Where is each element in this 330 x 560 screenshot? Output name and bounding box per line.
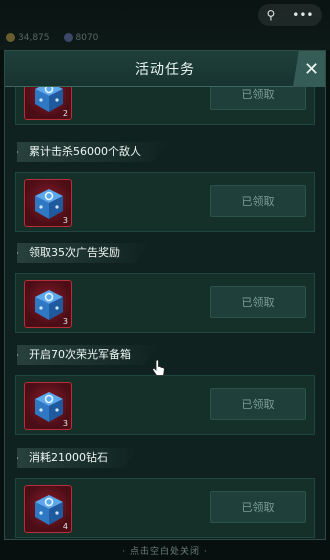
dice-icon <box>35 392 63 422</box>
task-title: 领取35次广告奖励 <box>17 243 150 263</box>
task-body: 2 已领取 <box>15 87 315 125</box>
task-list[interactable]: 2 已领取 累计击杀56000个敌人 3 已领取 领取35次广告奖励 3 已领取… <box>5 87 325 539</box>
task-body: 3 已领取 <box>15 273 315 333</box>
hand-cursor-icon <box>151 359 166 382</box>
task-title: 开启70次荣光军备箱 <box>17 345 161 365</box>
reward-item[interactable]: 3 <box>24 179 72 227</box>
dice-icon <box>35 290 63 320</box>
dice-icon <box>35 495 63 525</box>
claimed-button[interactable]: 已领取 <box>210 87 306 110</box>
close-icon: ✕ <box>303 58 320 80</box>
more-icon[interactable]: ••• <box>292 8 313 22</box>
task-body: 4 已领取 <box>15 478 315 538</box>
reward-quantity: 3 <box>62 419 68 428</box>
dice-icon <box>35 87 63 112</box>
reward-quantity: 2 <box>62 109 68 118</box>
panel-title: 活动任务 <box>135 61 195 78</box>
dice-icon <box>35 189 63 219</box>
reward-quantity: 4 <box>62 522 68 531</box>
reward-item[interactable]: 2 <box>24 87 72 120</box>
coin-icon <box>6 33 15 42</box>
mini-program-capsule[interactable]: ⚲ ••• <box>258 4 322 26</box>
resource-bar: 34,875 8070 <box>6 33 98 43</box>
reward-item[interactable]: 3 <box>24 280 72 328</box>
gem-amount: 8070 <box>75 33 99 43</box>
gem-icon <box>63 33 73 42</box>
panel-header: 活动任务 <box>5 51 325 87</box>
claimed-button[interactable]: 已领取 <box>210 388 306 420</box>
gem-resource: 8070 <box>63 33 99 43</box>
pin-icon[interactable]: ⚲ <box>266 8 275 22</box>
task-title: 消耗21000钻石 <box>17 448 138 468</box>
gold-amount: 34,875 <box>18 33 50 43</box>
reward-quantity: 3 <box>62 317 68 326</box>
task-body: 3 已领取 <box>15 172 315 232</box>
gold-resource: 34,875 <box>6 33 50 43</box>
claimed-button[interactable]: 已领取 <box>210 286 306 318</box>
reward-item[interactable]: 3 <box>24 382 72 430</box>
claimed-button[interactable]: 已领取 <box>210 491 306 523</box>
activity-tasks-panel: 活动任务 ✕ 2 已领取 累计击杀56000个敌人 3 已领取 领取35次广告奖… <box>4 50 326 540</box>
task-body: 3 已领取 <box>15 375 315 435</box>
task-title: 累计击杀56000个敌人 <box>17 142 171 162</box>
reward-quantity: 3 <box>62 216 68 225</box>
close-hint: · 点击空白处关闭 · <box>122 547 208 557</box>
top-status-area: ⚲ ••• 34,875 8070 <box>0 0 330 50</box>
claimed-button[interactable]: 已领取 <box>210 185 306 217</box>
reward-item[interactable]: 4 <box>24 485 72 533</box>
